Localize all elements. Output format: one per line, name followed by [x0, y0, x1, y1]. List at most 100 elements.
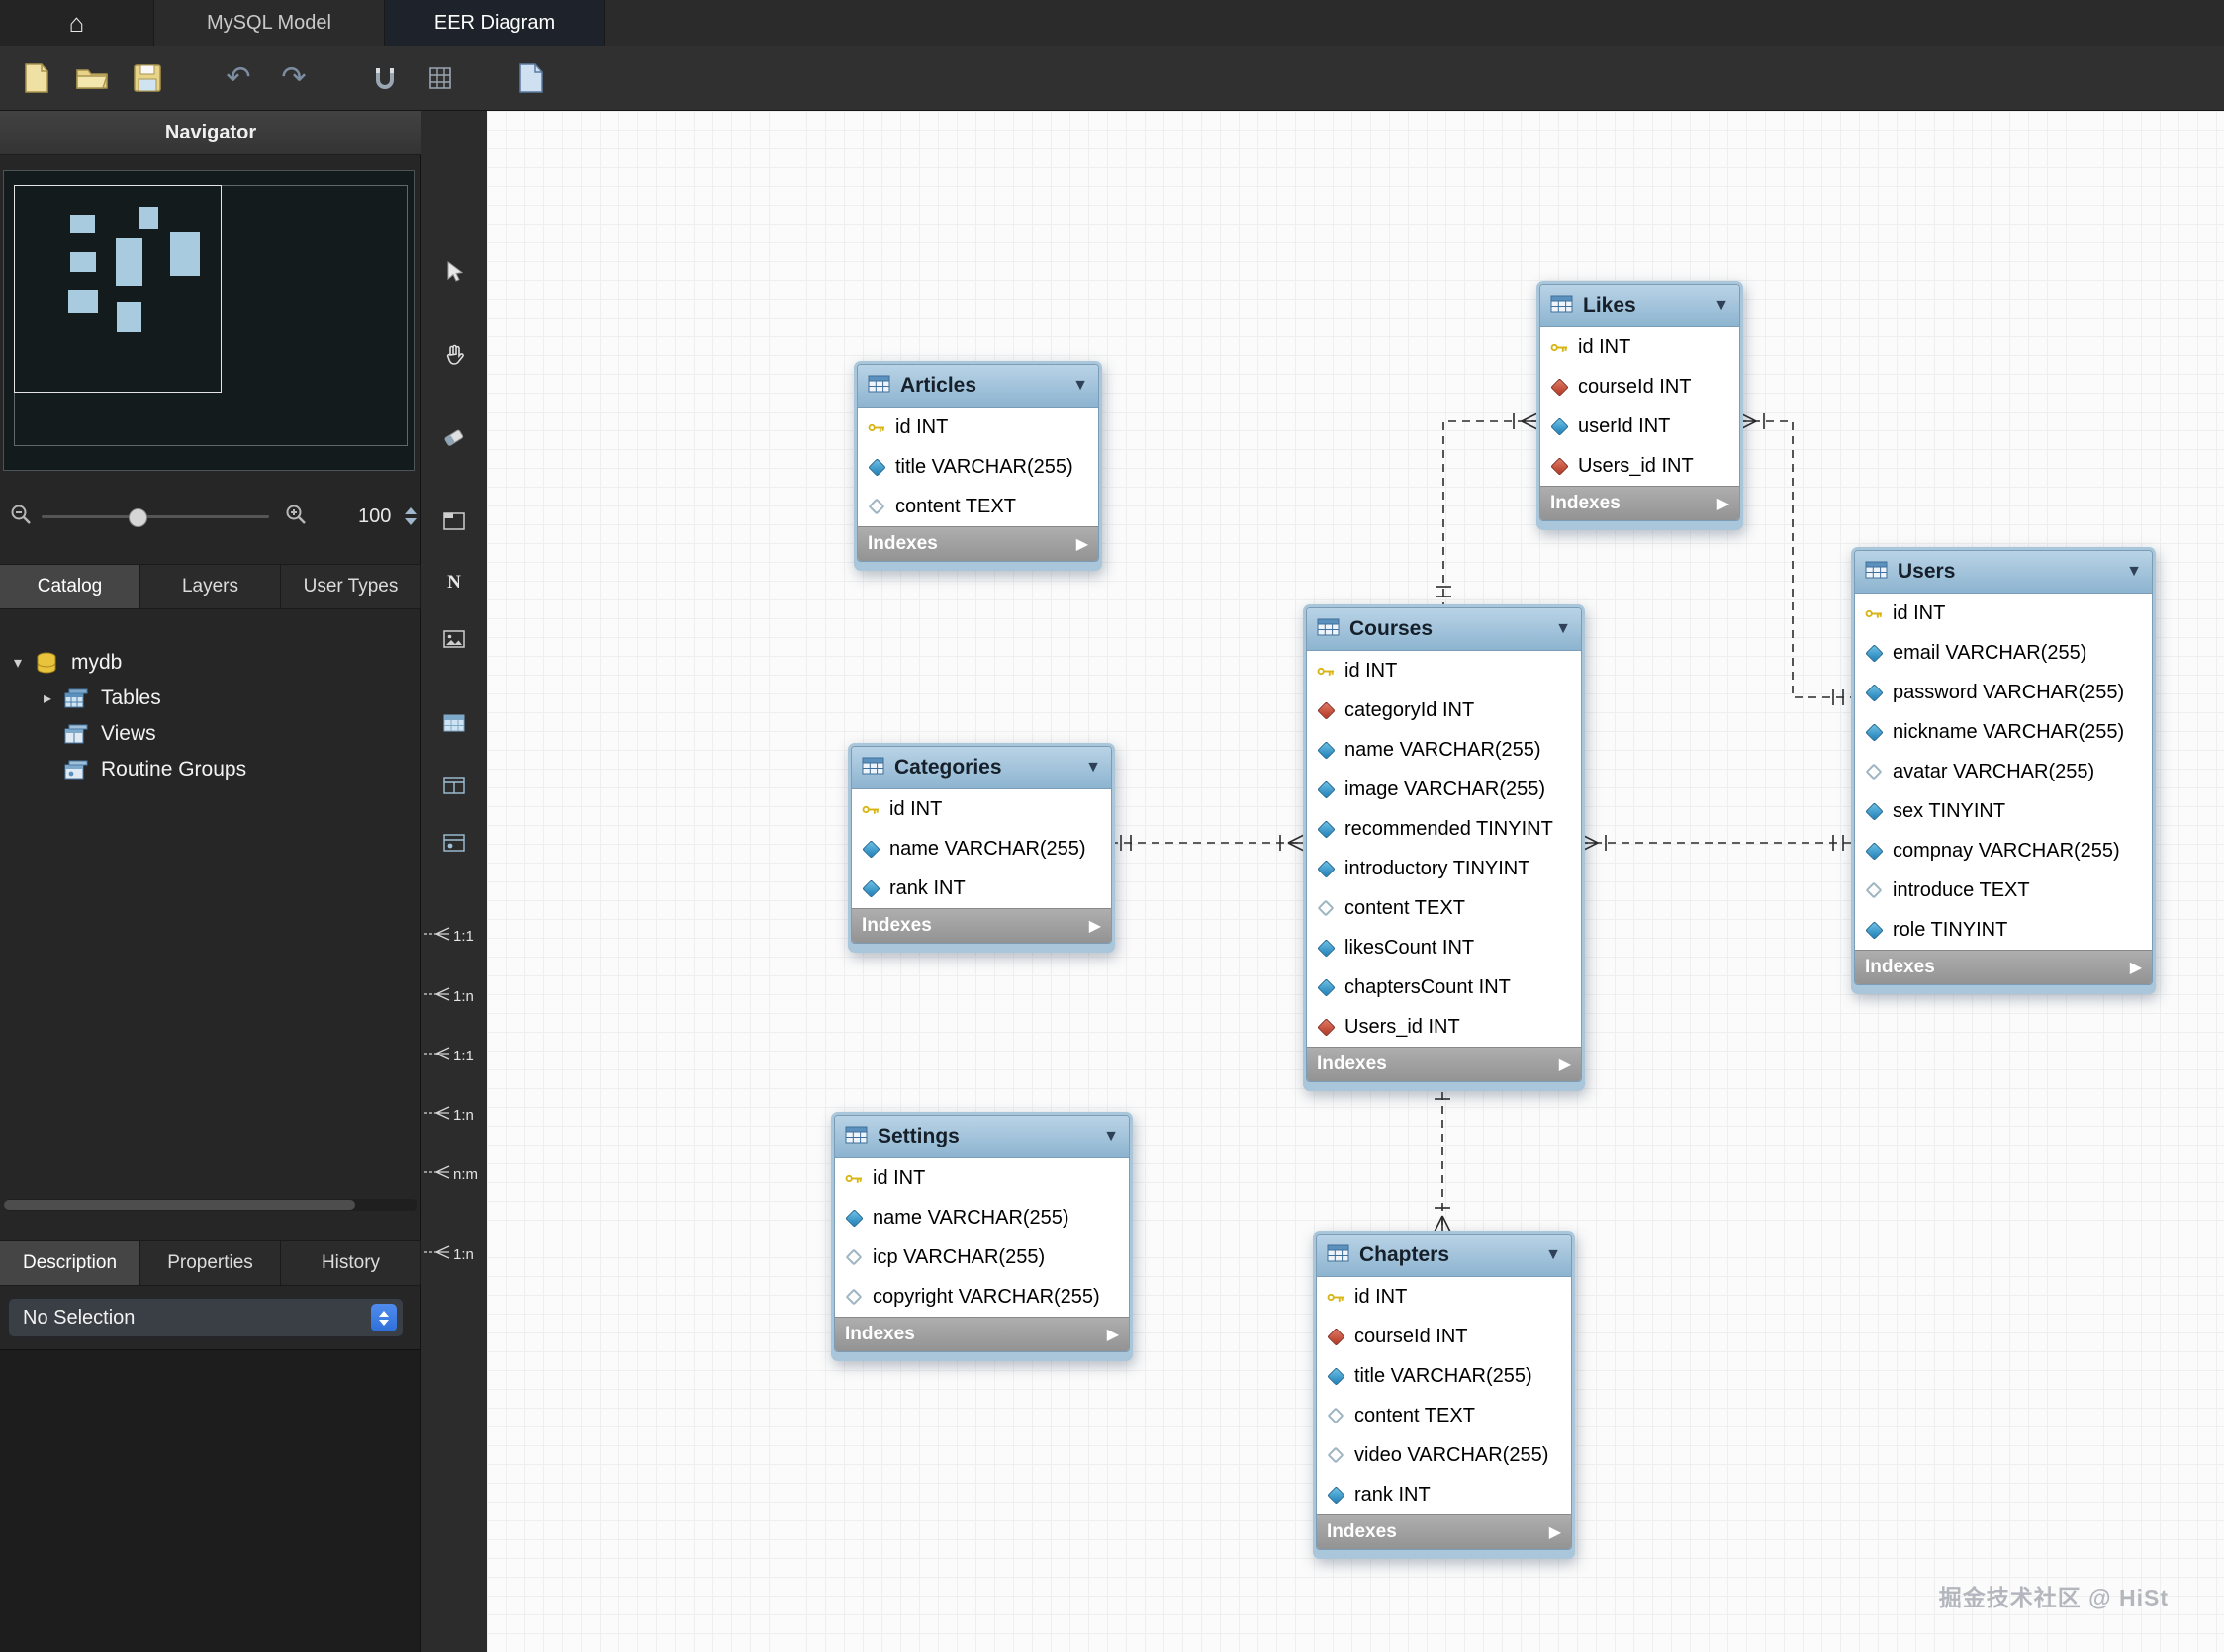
table-column-row[interactable]: introductory TINYINT [1307, 849, 1581, 888]
magnet-toggle-button[interactable] [362, 56, 408, 100]
minimap-viewport[interactable] [14, 185, 222, 393]
table-column-row[interactable]: courseId INT [1317, 1317, 1571, 1356]
table-column-row[interactable]: recommended TINYINT [1307, 809, 1581, 849]
zoom-stepper[interactable] [405, 507, 417, 525]
rel-1-1-identifying-tool[interactable]: 1:1 [423, 1034, 487, 1077]
rel-1-n-identifying-tool[interactable]: 1:n [423, 1093, 487, 1137]
table-header[interactable]: Likes ▼ [1540, 285, 1739, 327]
tab-catalog[interactable]: Catalog [0, 565, 140, 608]
table-header[interactable]: Courses ▼ [1307, 608, 1581, 651]
zoom-slider[interactable] [42, 506, 269, 527]
table-column-row[interactable]: rank INT [1317, 1475, 1571, 1514]
collapse-caret-icon[interactable]: ▼ [1555, 620, 1571, 638]
grid-toggle-button[interactable] [417, 56, 463, 100]
table-column-row[interactable]: content TEXT [858, 487, 1098, 526]
table-column-row[interactable]: content TEXT [1307, 888, 1581, 928]
table-column-row[interactable]: password VARCHAR(255) [1855, 673, 2152, 712]
table-column-row[interactable]: Users_id INT [1307, 1007, 1581, 1047]
table-column-row[interactable]: email VARCHAR(255) [1855, 633, 2152, 673]
redo-button[interactable]: ↷ [271, 56, 317, 100]
chevron-right-icon[interactable]: ▸ [44, 688, 63, 708]
new-diagram-button[interactable] [509, 56, 554, 100]
tree-item-views[interactable]: Views [63, 716, 156, 752]
table-column-row[interactable]: courseId INT [1540, 367, 1739, 407]
table-column-row[interactable]: introduce TEXT [1855, 871, 2152, 910]
table-tool[interactable] [421, 705, 487, 745]
table-column-row[interactable]: content TEXT [1317, 1396, 1571, 1435]
collapse-caret-icon[interactable]: ▼ [1072, 377, 1088, 395]
undo-button[interactable]: ↶ [216, 56, 261, 100]
table-header[interactable]: Categories ▼ [852, 747, 1111, 789]
table-column-row[interactable]: icp VARCHAR(255) [835, 1238, 1129, 1277]
table-column-row[interactable]: role TINYINT [1855, 910, 2152, 950]
indexes-footer[interactable]: Indexes ▶ [852, 908, 1111, 943]
tab-mysql-model[interactable]: MySQL Model [154, 0, 385, 46]
expand-arrow-icon[interactable]: ▶ [1549, 1522, 1561, 1542]
hand-tool[interactable] [421, 336, 487, 376]
expand-arrow-icon[interactable]: ▶ [1717, 494, 1729, 513]
table-column-row[interactable]: id INT [1855, 594, 2152, 633]
indexes-footer[interactable]: Indexes ▶ [1855, 950, 2152, 984]
expand-arrow-icon[interactable]: ▶ [1559, 1055, 1571, 1074]
table-figure-courses[interactable]: Courses ▼ id INT categoryId INT name VARCHAR… [1303, 604, 1585, 1091]
table-column-row[interactable]: chaptersCount INT [1307, 967, 1581, 1007]
indexes-footer[interactable]: Indexes ▶ [1540, 486, 1739, 520]
zoom-in-icon[interactable] [285, 504, 307, 530]
table-column-row[interactable]: id INT [835, 1158, 1129, 1198]
table-column-row[interactable]: userId INT [1540, 407, 1739, 446]
table-column-row[interactable]: compnay VARCHAR(255) [1855, 831, 2152, 871]
diagram-canvas[interactable]: Articles ▼ id INT title VARCHAR(255) content… [487, 111, 2224, 1652]
expand-arrow-icon[interactable]: ▶ [1107, 1325, 1119, 1344]
table-column-row[interactable]: id INT [1317, 1277, 1571, 1317]
tab-description[interactable]: Description [0, 1241, 140, 1285]
table-column-row[interactable]: title VARCHAR(255) [1317, 1356, 1571, 1396]
zoom-out-icon[interactable] [10, 504, 32, 530]
collapse-caret-icon[interactable]: ▼ [1545, 1246, 1561, 1264]
routine-group-tool[interactable] [421, 825, 487, 865]
table-column-row[interactable]: id INT [852, 789, 1111, 829]
rel-n-m-identifying-tool[interactable]: n:m [423, 1152, 487, 1196]
table-figure-likes[interactable]: Likes ▼ id INT courseId INT userId INT Users_… [1536, 281, 1743, 530]
image-tool[interactable] [421, 621, 487, 661]
table-header[interactable]: Settings ▼ [835, 1116, 1129, 1158]
table-header[interactable]: Chapters ▼ [1317, 1235, 1571, 1277]
rel-1-n-non-identifying-tool[interactable]: 1:n [423, 974, 487, 1018]
navigator-minimap[interactable] [3, 170, 415, 471]
zoom-slider-thumb[interactable] [129, 508, 147, 527]
indexes-footer[interactable]: Indexes ▶ [1307, 1047, 1581, 1081]
cursor-tool[interactable] [421, 254, 487, 294]
table-column-row[interactable]: title VARCHAR(255) [858, 447, 1098, 487]
scrollbar-thumb[interactable] [4, 1200, 355, 1210]
rel-1-1-non-identifying-tool[interactable]: 1:1 [423, 914, 487, 958]
table-figure-articles[interactable]: Articles ▼ id INT title VARCHAR(255) content… [854, 361, 1102, 571]
table-column-row[interactable]: name VARCHAR(255) [835, 1198, 1129, 1238]
table-column-row[interactable]: Users_id INT [1540, 446, 1739, 486]
collapse-caret-icon[interactable]: ▼ [1085, 759, 1101, 777]
expand-arrow-icon[interactable]: ▶ [1089, 916, 1101, 936]
expand-arrow-icon[interactable]: ▶ [1076, 534, 1088, 554]
tab-history[interactable]: History [281, 1241, 421, 1285]
tree-item-mydb[interactable]: ▾ mydb [14, 645, 122, 681]
table-column-row[interactable]: rank INT [852, 869, 1111, 908]
table-column-row[interactable]: id INT [1540, 327, 1739, 367]
tree-item-routine-groups[interactable]: Routine Groups [63, 752, 246, 787]
table-header[interactable]: Articles ▼ [858, 365, 1098, 408]
table-figure-settings[interactable]: Settings ▼ id INT name VARCHAR(255) icp VARC… [831, 1112, 1133, 1361]
zoom-step-up-icon[interactable] [405, 507, 417, 514]
table-column-row[interactable]: id INT [858, 408, 1098, 447]
table-column-row[interactable]: sex TINYINT [1855, 791, 2152, 831]
note-tool[interactable]: N [421, 563, 487, 602]
home-tab[interactable]: ⌂ [0, 0, 154, 46]
table-column-row[interactable]: likesCount INT [1307, 928, 1581, 967]
table-figure-chapters[interactable]: Chapters ▼ id INT courseId INT title VARCHAR… [1313, 1231, 1575, 1559]
expand-arrow-icon[interactable]: ▶ [2130, 958, 2142, 977]
selection-dropdown[interactable]: No Selection [8, 1298, 404, 1337]
collapse-caret-icon[interactable]: ▼ [2126, 563, 2142, 581]
rel-1-n-referenced-tool[interactable]: 1:n [423, 1233, 487, 1276]
table-column-row[interactable]: copyright VARCHAR(255) [835, 1277, 1129, 1317]
tab-eer-diagram[interactable]: EER Diagram [385, 0, 605, 46]
table-column-row[interactable]: image VARCHAR(255) [1307, 770, 1581, 809]
collapse-caret-icon[interactable]: ▼ [1103, 1128, 1119, 1146]
indexes-footer[interactable]: Indexes ▶ [835, 1317, 1129, 1351]
table-column-row[interactable]: name VARCHAR(255) [1307, 730, 1581, 770]
